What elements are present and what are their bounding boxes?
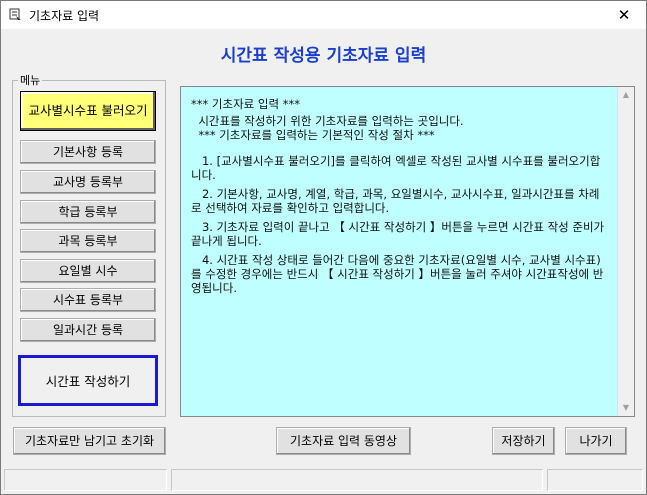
scroll-up-icon[interactable]: ▲: [618, 87, 634, 103]
vertical-scrollbar[interactable]: ▲ ▼: [617, 87, 634, 416]
teacher-register-button[interactable]: 교사명 등록부: [20, 170, 156, 194]
menu-legend: 메뉴: [18, 72, 43, 88]
basic-info-button[interactable]: 기본사항 등록: [20, 140, 156, 164]
form-icon: [9, 8, 21, 20]
instructions-panel[interactable]: *** 기초자료 입력 *** 시간표를 작성하기 위한 기초자료를 입력하는 …: [180, 86, 635, 417]
status-cell: [171, 469, 543, 491]
exit-button[interactable]: 나가기: [565, 427, 627, 455]
main-window: 기초자료 입력 ✕ 시간표 작성용 기초자료 입력 메뉴 교사별시수표 불러오기…: [0, 0, 647, 495]
title-bar: 기초자료 입력 ✕: [1, 1, 646, 29]
hours-table-register-button[interactable]: 시수표 등록부: [20, 288, 156, 312]
instruction-line: 시간표를 작성하기 위한 기초자료를 입력하는 곳입니다.: [191, 114, 464, 128]
window-title: 기초자료 입력: [29, 9, 100, 23]
close-button[interactable]: ✕: [602, 1, 646, 29]
status-cell: [547, 469, 643, 491]
instruction-line: [191, 142, 608, 154]
load-teacher-hours-button[interactable]: 교사별시수표 불러오기: [20, 91, 156, 131]
class-register-button[interactable]: 학급 등록부: [20, 200, 156, 224]
status-bar: [1, 466, 646, 494]
instruction-line: 4. 시간표 작성 상태로 들어간 다음에 중요한 기초자료(요일별 시수, 교…: [191, 253, 604, 295]
make-timetable-button[interactable]: 시간표 작성하기: [18, 355, 158, 406]
instruction-line: 1. [교사별시수표 불러오기]를 클릭하여 엑셀로 작성된 교사별 시수표를 …: [191, 154, 601, 182]
instruction-line: 3. 기초자료 입력이 끝나고 【 시간표 작성하기 】버튼을 누르면 시간표 …: [191, 220, 608, 248]
save-button[interactable]: 저장하기: [492, 427, 555, 455]
instruction-line: *** 기초자료를 입력하는 기본적인 작성 절차 ***: [191, 128, 435, 142]
daily-schedule-button[interactable]: 일과시간 등록: [20, 318, 156, 342]
close-icon: ✕: [617, 6, 631, 24]
page-title: 시간표 작성용 기초자료 입력: [220, 46, 427, 66]
weekday-hours-button[interactable]: 요일별 시수: [20, 259, 156, 283]
subject-register-button[interactable]: 과목 등록부: [20, 229, 156, 253]
video-guide-button[interactable]: 기초자료 입력 동영상: [276, 427, 411, 455]
reset-keep-basics-button[interactable]: 기초자료만 남기고 초기화: [13, 427, 166, 455]
status-cell: [4, 469, 167, 491]
instructions-text: *** 기초자료 입력 *** 시간표를 작성하기 위한 기초자료를 입력하는 …: [181, 87, 618, 416]
scroll-down-icon[interactable]: ▼: [618, 400, 634, 416]
instruction-line: 2. 기본사항, 교사명, 계열, 학급, 과목, 요일별시수, 교사시수표, …: [191, 187, 600, 215]
instruction-line: *** 기초자료 입력 ***: [191, 97, 300, 111]
